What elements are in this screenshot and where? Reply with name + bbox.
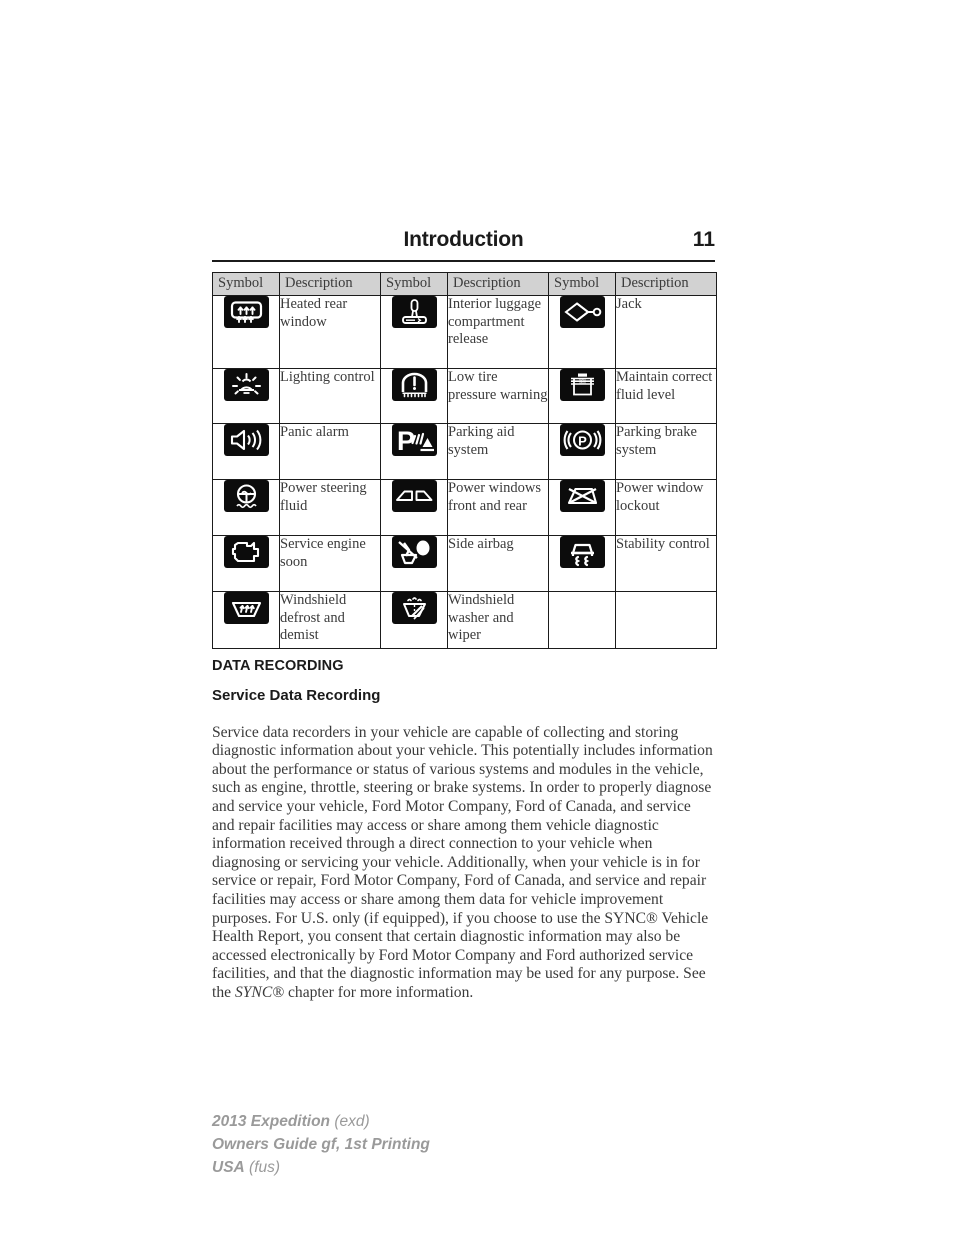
symbol-description: Stability control: [615, 535, 717, 592]
footer-market-name: USA: [212, 1159, 245, 1176]
symbol-description: Interior luggage compartment release: [447, 295, 549, 369]
panic-alarm-icon: [223, 424, 269, 456]
column-header-description-1: Description: [279, 272, 381, 296]
symbol-description: Jack: [615, 295, 717, 369]
symbol-cell: [212, 479, 280, 536]
symbol-cell: P: [548, 423, 616, 480]
symbol-cell: [548, 295, 616, 369]
body-text-italic-sync: SYNC®: [234, 983, 285, 1001]
subsection-heading-service-data-recording: Service Data Recording: [212, 687, 381, 704]
symbol-cell: P: [380, 423, 448, 480]
symbol-cell-empty: [548, 591, 616, 649]
footer-line-model: 2013 Expedition (exd): [212, 1110, 430, 1133]
symbol-cell: [380, 295, 448, 369]
symbol-cell: [380, 535, 448, 592]
footer-model-name: 2013 Expedition: [212, 1113, 331, 1130]
windshield-defrost-and-demist-icon: [223, 592, 269, 624]
table-row: Power steering fluid Power windows front…: [212, 479, 717, 536]
footer-line-guide: Owners Guide gf, 1st Printing: [212, 1133, 430, 1156]
side-airbag-icon: [391, 536, 437, 568]
maintain-correct-fluid-level-icon: MAX MIN: [559, 369, 605, 401]
table-row: Panic alarm P Parking aid system P Parki…: [212, 423, 717, 480]
symbol-cell: [380, 591, 448, 649]
manual-page: Introduction 11 Symbol Description Symbo…: [0, 0, 954, 1235]
symbol-cell: [380, 368, 448, 424]
symbol-description: Power windows front and rear: [447, 479, 549, 536]
svg-text:MIN: MIN: [579, 380, 586, 384]
body-paragraph-service-data-recording: Service data recorders in your vehicle a…: [212, 724, 717, 1003]
column-header-symbol-1: Symbol: [212, 272, 280, 296]
power-window-lockout-icon: [559, 480, 605, 512]
symbol-description: Lighting control: [279, 368, 381, 424]
heated-rear-window-icon: [223, 296, 269, 328]
symbol-description: Side airbag: [447, 535, 549, 592]
page-header: Introduction 11: [212, 228, 715, 262]
symbol-description: Parking brake system: [615, 423, 717, 480]
symbol-cell: [212, 423, 280, 480]
symbol-description: Parking aid system: [447, 423, 549, 480]
power-windows-front-and-rear-icon: [391, 480, 437, 512]
symbol-description: Heated rear window: [279, 295, 381, 369]
parking-brake-system-icon: P: [559, 424, 605, 456]
svg-text:P: P: [578, 434, 587, 449]
column-header-symbol-3: Symbol: [548, 272, 616, 296]
footer-line-market: USA (fus): [212, 1156, 430, 1179]
section-heading-data-recording: DATA RECORDING: [212, 658, 344, 674]
body-text-part-b: chapter for more information.: [284, 983, 474, 1001]
low-tire-pressure-warning-icon: [391, 369, 437, 401]
symbol-description: Panic alarm: [279, 423, 381, 480]
symbol-cell: [212, 295, 280, 369]
column-header-description-2: Description: [447, 272, 549, 296]
footer-market-code: (fus): [249, 1159, 281, 1176]
table-row: Lighting control Low tire pressure warni…: [212, 368, 717, 424]
table-row: Service engine soon Side airbag Stabilit…: [212, 535, 717, 592]
jack-icon: [559, 296, 605, 328]
symbol-description-empty: [615, 591, 717, 649]
symbol-description: Power steering fluid: [279, 479, 381, 536]
symbol-cell: [380, 479, 448, 536]
footer-guide-name: Owners Guide gf, 1st Printing: [212, 1136, 430, 1153]
table-row: Heated rear window Interior luggage comp…: [212, 295, 717, 369]
table-header-row: Symbol Description Symbol Description Sy…: [212, 272, 717, 296]
column-header-description-3: Description: [615, 272, 717, 296]
power-steering-fluid-icon: [223, 480, 269, 512]
column-header-symbol-2: Symbol: [380, 272, 448, 296]
footer-model-code: (exd): [334, 1113, 370, 1130]
symbol-cell: [212, 591, 280, 649]
page-number: 11: [692, 228, 715, 251]
symbol-description: Low tire pressure warning: [447, 368, 549, 424]
symbol-description: Service engine soon: [279, 535, 381, 592]
symbol-reference-table: Symbol Description Symbol Description Sy…: [212, 272, 717, 649]
stability-control-icon: [559, 536, 605, 568]
service-engine-soon-icon: [223, 536, 269, 568]
parking-aid-system-icon: P: [391, 424, 437, 456]
symbol-description: Windshield washer and wiper: [447, 591, 549, 649]
symbol-cell: [548, 535, 616, 592]
symbol-description: Maintain correct fluid level: [615, 368, 717, 424]
body-text-part-a: Service data recorders in your vehicle a…: [212, 723, 713, 1001]
symbol-cell: [548, 479, 616, 536]
page-title: Introduction: [403, 228, 524, 251]
table-row: Windshield defrost and demist Windshield…: [212, 591, 717, 649]
symbol-cell: [212, 535, 280, 592]
interior-luggage-compartment-release-icon: [391, 296, 437, 328]
symbol-description: Power window lockout: [615, 479, 717, 536]
symbol-cell: [212, 368, 280, 424]
windshield-washer-and-wiper-icon: [391, 592, 437, 624]
page-footer: 2013 Expedition (exd) Owners Guide gf, 1…: [212, 1110, 430, 1179]
symbol-description: Windshield defrost and demist: [279, 591, 381, 649]
lighting-control-icon: [223, 369, 269, 401]
symbol-cell: MAX MIN: [548, 368, 616, 424]
